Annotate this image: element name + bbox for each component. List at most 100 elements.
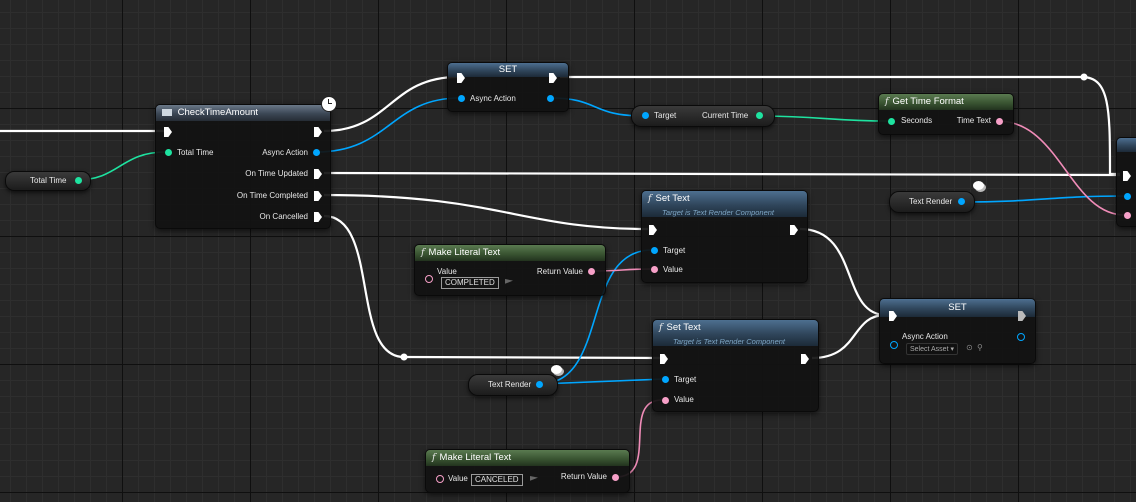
text-render-out-pin[interactable] [958,198,965,205]
async-action-in-pin[interactable] [458,95,465,102]
select-asset-dropdown[interactable]: Select Asset ▾ [906,343,958,355]
get-time-format-node[interactable]: f Get Time Format Seconds Time Text [878,93,1014,135]
exec-in-pin[interactable] [1123,171,1131,181]
component-icon [551,365,562,374]
make-literal-text-node-2[interactable]: f Make Literal Text Value CANCELED Return… [425,449,630,493]
text-render-variable-node-top[interactable]: Text Render [889,191,975,213]
target-in-pin[interactable] [642,112,649,119]
target-in-pin[interactable] [662,376,669,383]
pin-label: Current Time [702,111,749,120]
on-time-completed-pin[interactable] [314,191,322,201]
exec-out-pin[interactable] [801,354,809,364]
exec-wire-on-time-updated [323,171,1121,177]
exec-wire-settext2-out [811,313,887,360]
pin-label: Return Value [560,472,607,481]
variable-label: Text Render [909,197,953,206]
exec-in-pin[interactable] [660,354,668,364]
exec-wire-on-time-completed [323,193,649,231]
pin-label: On Cancelled [259,212,308,221]
seconds-in-pin[interactable] [888,118,895,125]
node-title: Set Text [655,193,690,204]
text-render-variable-node-bottom[interactable]: Text Render [468,374,558,396]
float-wire-seconds [757,115,891,122]
text-render-out-pin[interactable] [536,381,543,388]
value-in-pin[interactable] [662,397,669,404]
localize-flag-icon[interactable] [505,279,513,284]
pin-label: Value [448,474,468,483]
on-cancelled-pin[interactable] [314,212,322,222]
set-text-node-2[interactable]: f Set Text Target is Text Render Componen… [652,319,819,412]
node-header: CheckTimeAmount [156,105,330,121]
async-action-out-pin[interactable] [313,149,320,156]
check-time-amount-node[interactable]: CheckTimeAmount Total Time Async Action … [155,96,337,229]
node-title: Make Literal Text [428,247,501,258]
pin-label: Async Action [262,148,308,157]
node-title: SET [498,64,518,75]
localize-flag-icon[interactable] [530,476,538,481]
variable-label: Total Time [30,176,67,185]
reroute-knot-2 [400,353,408,361]
node-subtitle: Target is Text Render Component [673,337,786,346]
text-in-pin[interactable] [1124,212,1131,219]
on-time-updated-pin[interactable] [314,169,322,179]
async-action-in-pin[interactable] [890,341,898,349]
async-action-out-pin[interactable] [1017,333,1025,341]
pin-label: Value [674,395,694,404]
node-header [1117,138,1136,152]
node-header: f Set Text Target is Text Render Componen… [653,320,818,346]
set-async-action-node[interactable]: SET Async Action [447,62,569,112]
value-in-pin[interactable] [436,475,444,483]
total-time-in-pin[interactable] [165,149,172,156]
return-value-out-pin[interactable] [612,474,619,481]
pin-label: Value [437,267,457,276]
total-time-variable-node[interactable]: Total Time [5,171,91,191]
function-icon: f [648,193,652,204]
node-title: Set Text [666,322,701,333]
total-time-out-pin[interactable] [75,177,82,184]
variable-label: Text Render [488,380,532,389]
pin-label: Seconds [901,116,933,125]
node-title: Get Time Format [892,96,964,107]
set-async-action-node-bottom[interactable]: SET Async Action Select Asset ▾ ⊙ ⚲ [879,298,1036,364]
value-in-pin[interactable] [425,275,433,283]
exec-wire-settext1-out [799,227,887,317]
target-in-pin[interactable] [651,247,658,254]
function-icon: f [421,247,425,258]
set-text-node-1[interactable]: f Set Text Target is Text Render Componen… [641,190,808,283]
node-header: f Get Time Format [879,94,1013,110]
pin-label: On Time Completed [236,191,308,200]
value-in-pin[interactable] [651,266,658,273]
node-header: SET [880,299,1035,317]
pin-label: Async Action [902,332,948,341]
dropdown-label: Select Asset [910,346,949,353]
pin-label: Total Time [177,148,214,157]
value-text-field[interactable]: CANCELED [471,474,523,486]
node-header: f Make Literal Text [415,245,605,261]
node-subtitle: Target is Text Render Component [662,208,775,217]
component-icon [973,181,984,190]
exec-in-pin[interactable] [649,225,657,235]
node-header: f Make Literal Text [426,450,629,466]
search-icon[interactable]: ⚲ [977,343,983,352]
time-text-out-pin[interactable] [996,118,1003,125]
exec-out-pin[interactable] [314,127,322,137]
exec-in-pin[interactable] [164,127,172,137]
pin-label: Return Value [536,267,583,276]
offscreen-node[interactable] [1116,137,1136,227]
function-icon: f [659,322,663,333]
return-value-out-pin[interactable] [588,268,595,275]
object-wire-tr-top [959,195,1126,203]
pin-label: On Time Updated [245,169,308,178]
target-in-pin[interactable] [1124,193,1131,200]
exec-out-pin[interactable] [790,225,798,235]
pin-label: Value [663,265,683,274]
async-action-out-pin[interactable] [547,95,554,102]
function-icon: f [885,96,889,107]
value-text-field[interactable]: COMPLETED [441,277,499,289]
function-icon: f [432,452,436,463]
make-literal-text-node-1[interactable]: f Make Literal Text Value COMPLETED Retur… [414,244,606,296]
browse-icon[interactable]: ⊙ [966,343,973,352]
current-time-getter-node[interactable]: Target Current Time [631,105,775,127]
current-time-out-pin[interactable] [756,112,763,119]
pin-label: Async Action [470,94,516,103]
